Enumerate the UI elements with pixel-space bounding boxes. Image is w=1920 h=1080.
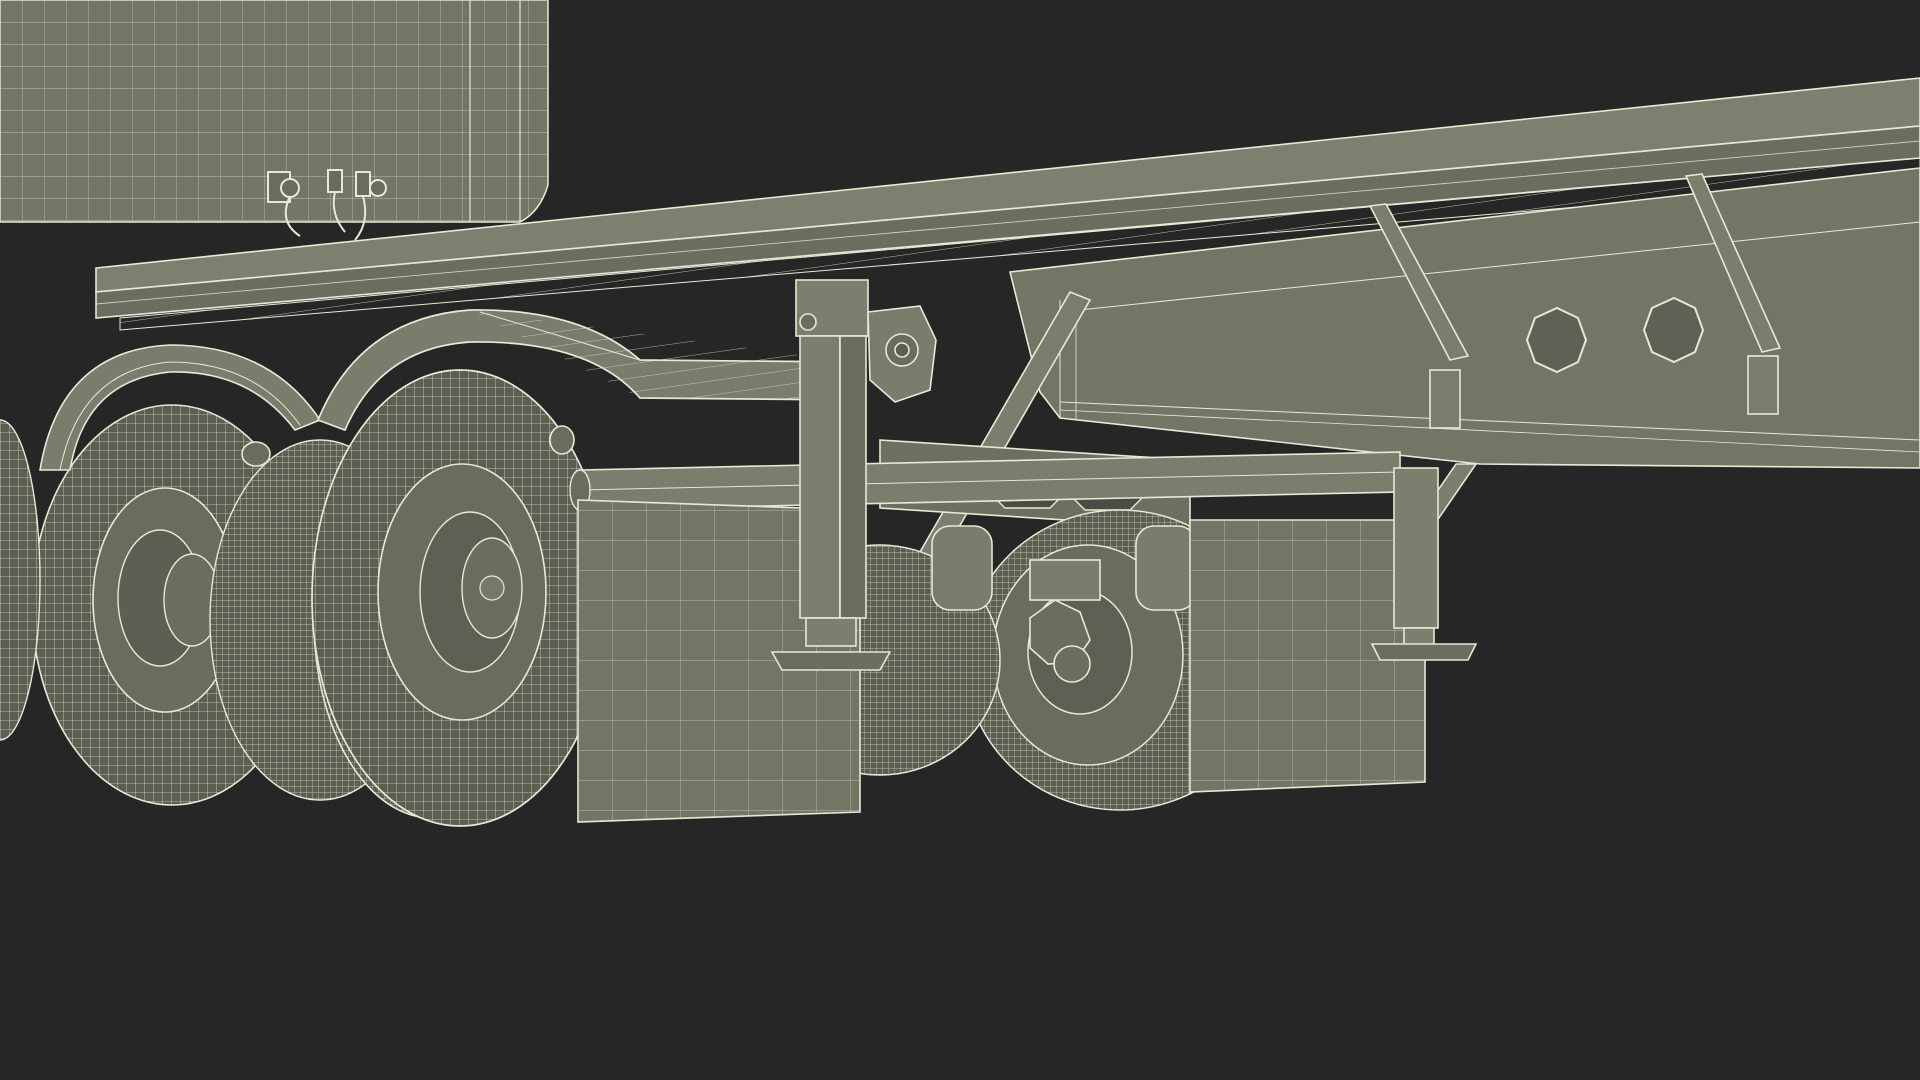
edge-tire [0,419,41,741]
axle-beam [569,451,1401,511]
suspension-hanger [867,305,937,403]
render-viewport [0,0,1920,1080]
trailer-wireframe-render [0,0,1920,827]
